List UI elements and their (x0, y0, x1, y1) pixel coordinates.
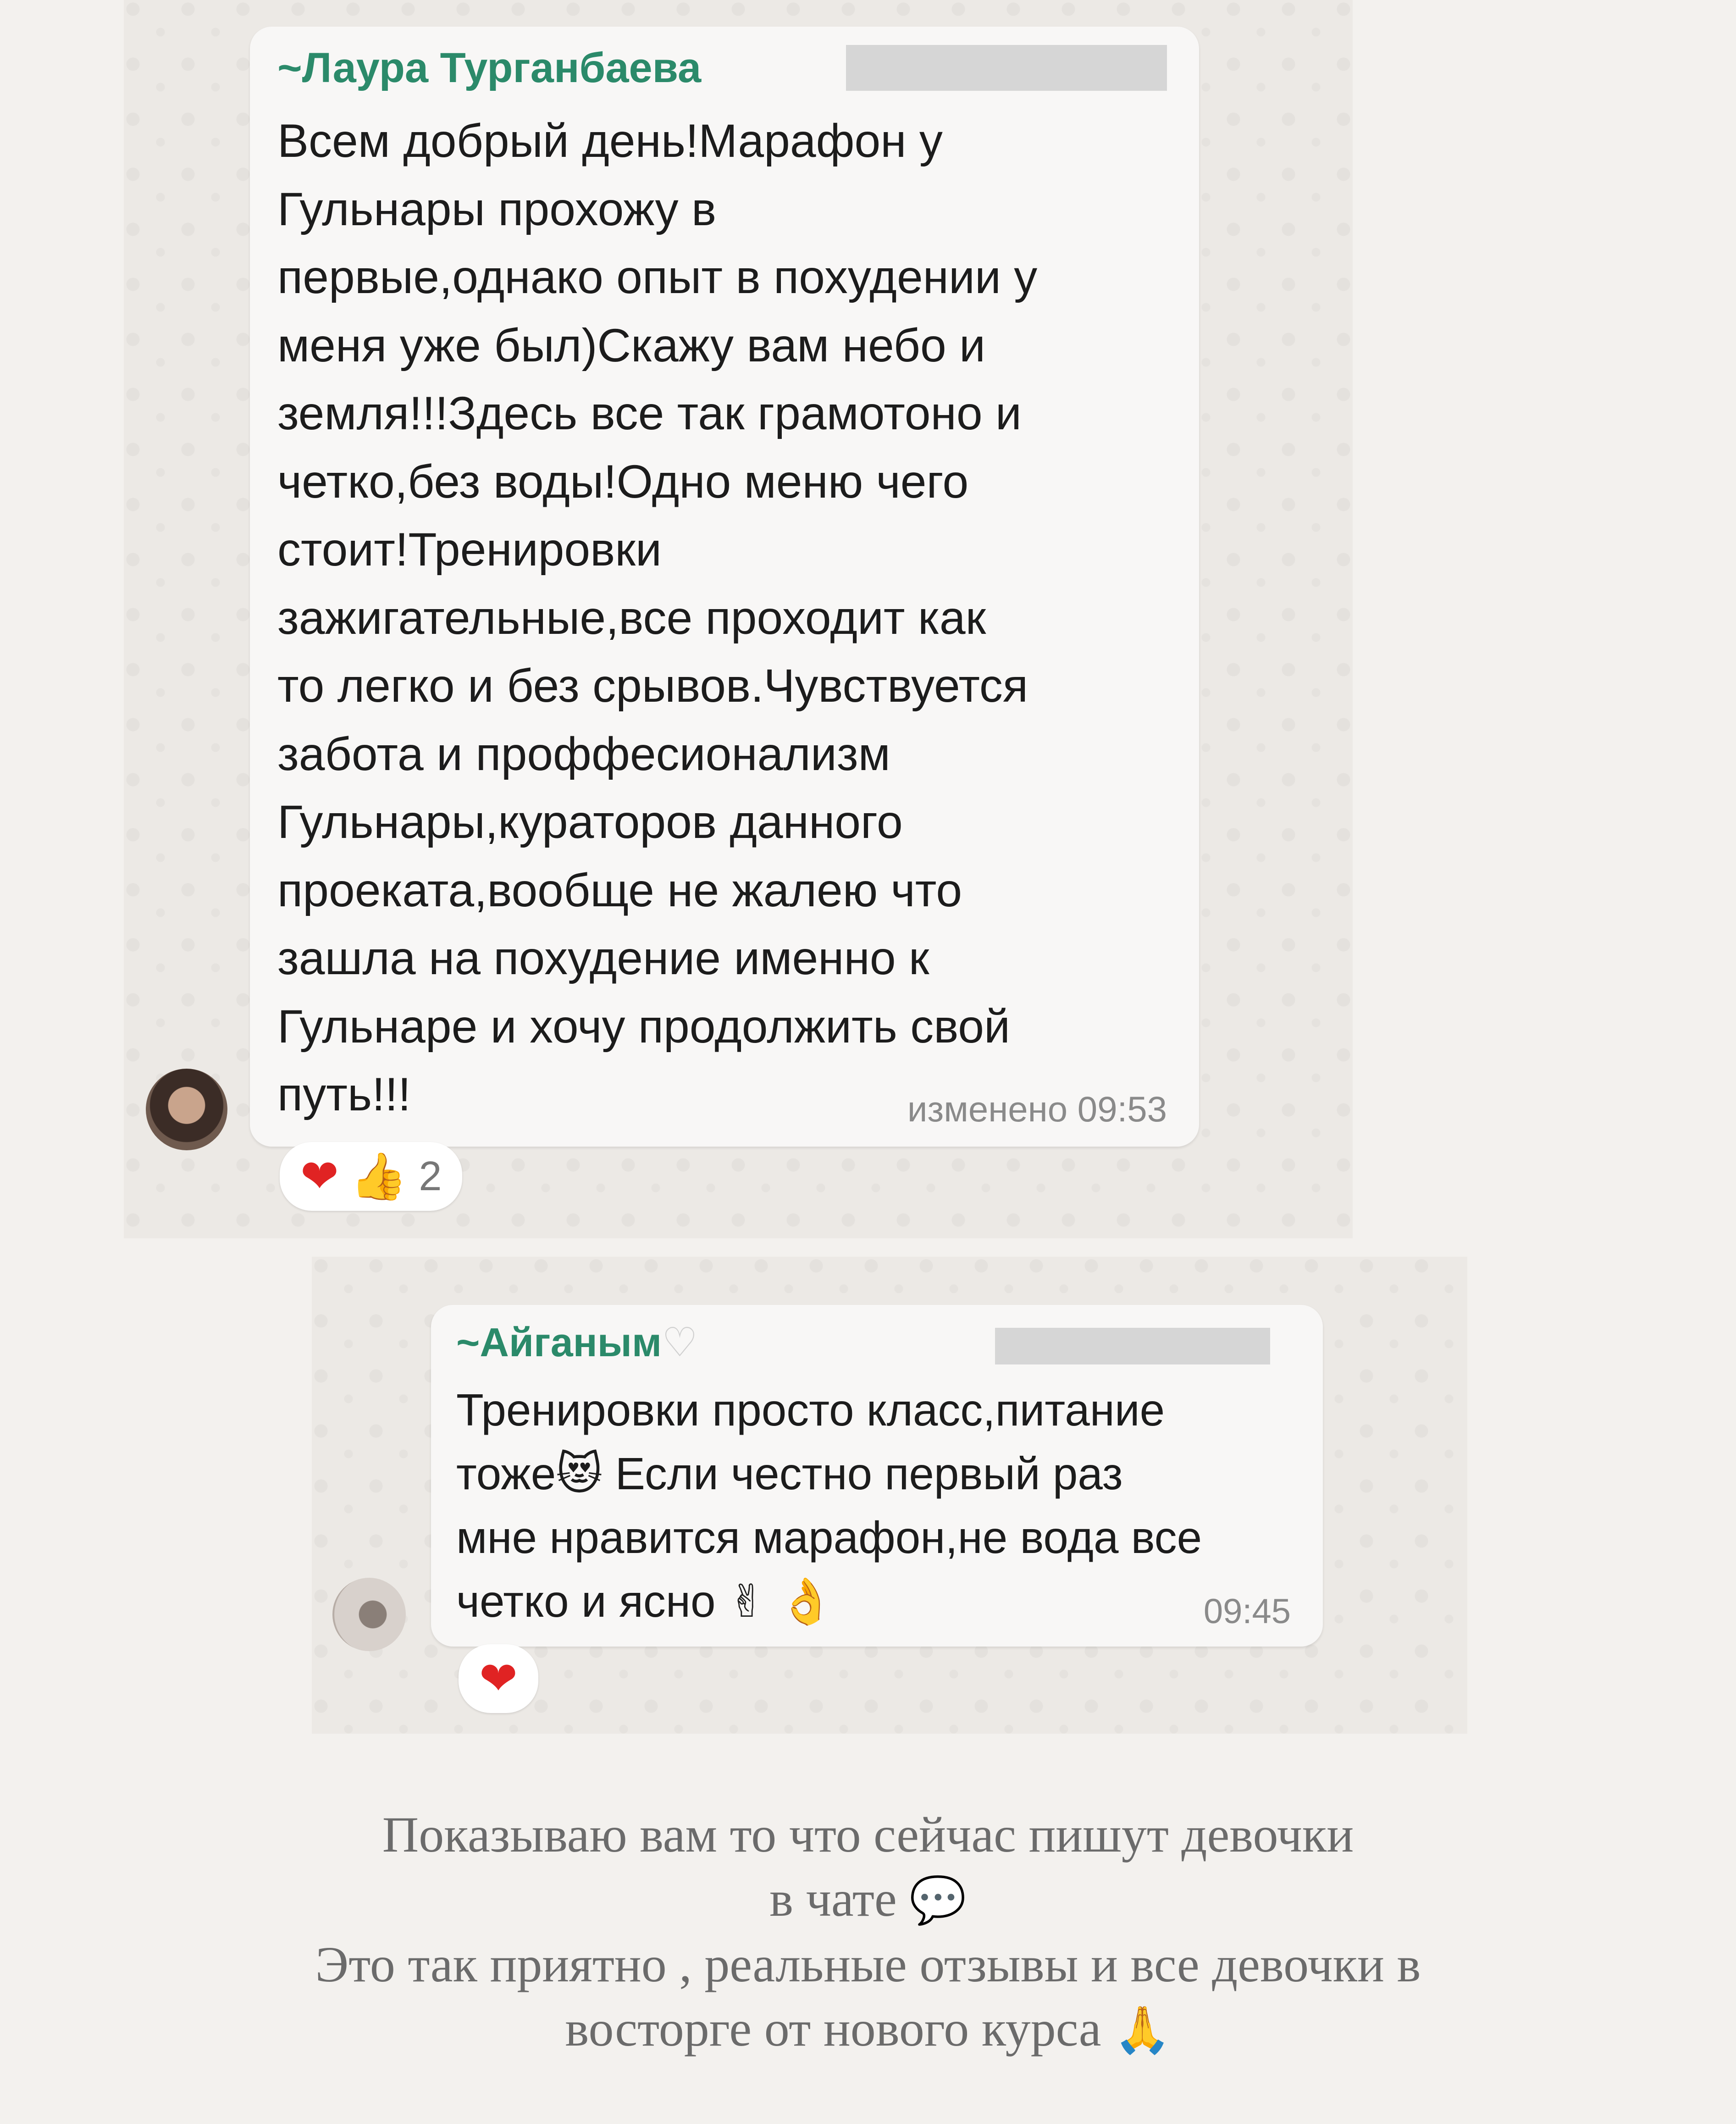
redacted-phone (846, 45, 1167, 91)
caption-line-text: восторге от нового курса (565, 2001, 1101, 2057)
reactions-pill[interactable]: ❤ 👍 2 (280, 1142, 463, 1211)
caption-line: Это так приятно , реальные отзывы и все … (315, 1936, 1421, 1992)
avatar[interactable] (146, 1069, 227, 1150)
reactions-pill[interactable]: ❤ (459, 1644, 538, 1713)
redacted-phone (995, 1328, 1270, 1364)
heart-icon: ❤ (479, 1653, 518, 1704)
speech-bubble-icon: 💬 (909, 1873, 967, 1927)
caption-line: восторге от нового курса 🙏 (138, 1996, 1598, 2062)
story-caption: Показываю вам то что сейчас пишут девочк… (138, 1802, 1598, 2062)
message-bubble[interactable]: ~Айганым♡ Тренировки просто класс,питани… (431, 1305, 1323, 1647)
message-text: Тренировки просто класс,питание тоже😻 Ес… (456, 1385, 1202, 1626)
message-bubble[interactable]: ~Лаура Турганбаева Всем добрый день!Мара… (250, 27, 1199, 1147)
sender-name-text: ~Айганым (456, 1320, 662, 1365)
message-timestamp: 09:45 (1203, 1592, 1291, 1631)
reaction-count: 2 (419, 1153, 442, 1199)
message-text: Всем добрый день!Марафон у Гульнары прох… (277, 115, 1038, 1120)
caption-line-text: в чате (769, 1871, 897, 1927)
thumbs-up-icon: 👍 (350, 1151, 408, 1202)
white-heart-icon: ♡ (662, 1320, 698, 1365)
caption-line: в чате 💬 (138, 1867, 1598, 1932)
sender-name[interactable]: ~Айганым♡ (456, 1319, 698, 1366)
caption-line: Показываю вам то что сейчас пишут девочк… (382, 1807, 1354, 1863)
praying-hands-icon: 🙏 (1114, 2003, 1171, 2057)
sender-name[interactable]: ~Лаура Турганбаева (277, 44, 701, 92)
avatar[interactable] (332, 1578, 406, 1651)
message-timestamp: изменено 09:53 (907, 1089, 1167, 1129)
heart-icon: ❤ (300, 1151, 339, 1202)
